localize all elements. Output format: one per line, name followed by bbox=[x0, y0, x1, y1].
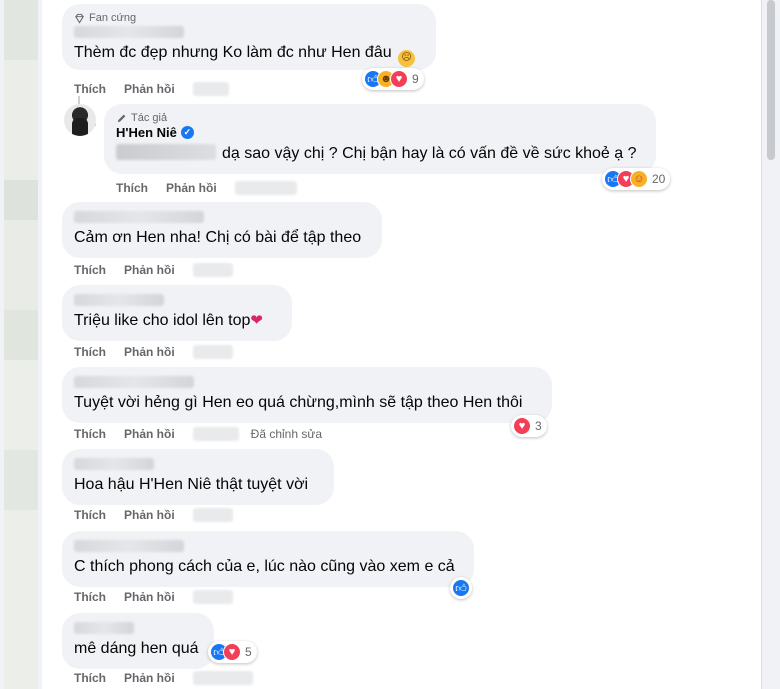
gutter-block bbox=[4, 220, 38, 310]
like-link[interactable]: Thích bbox=[74, 82, 106, 96]
reply-link[interactable]: Phản hồi bbox=[124, 671, 175, 685]
care-reaction-icon: ☺ bbox=[630, 170, 648, 188]
gutter-block bbox=[4, 450, 38, 510]
heart-emoji-icon: ❤ bbox=[250, 312, 263, 329]
like-link[interactable]: Thích bbox=[74, 590, 106, 604]
reply-link[interactable]: Phản hồi bbox=[166, 181, 217, 195]
comment-bubble: Triệu like cho idol lên top❤ bbox=[62, 285, 292, 341]
reaction-summary[interactable]: 👍︎ bbox=[450, 577, 472, 599]
reaction-summary[interactable]: ♥ 3 bbox=[511, 415, 547, 437]
reaction-summary[interactable]: 👍︎ ♥ ☺ 20 bbox=[602, 168, 671, 190]
comment-bubble: Tuyệt vời hẻng gì Hen eo quá chừng,mình … bbox=[62, 367, 552, 423]
comment-text: Hoa hậu H'Hen Niê thật tuyệt vời bbox=[74, 476, 309, 493]
verified-icon: ✓ bbox=[180, 126, 194, 139]
gutter-block bbox=[4, 360, 38, 450]
like-reaction-icon: 👍︎ bbox=[452, 579, 470, 597]
comment-bubble: Tác giả H'Hen Niê ✓ dạ sao vậy chị ? Chị… bbox=[104, 104, 656, 174]
timestamp[interactable] bbox=[192, 427, 239, 441]
scrollbar[interactable] bbox=[761, 0, 780, 689]
fan-badge: Fan cứng bbox=[89, 12, 137, 24]
badge-line: Fan cứng bbox=[74, 11, 424, 25]
comment-text: C thích phong cách của e, lúc nào cũng v… bbox=[74, 558, 455, 575]
love-reaction-icon: ♥ bbox=[513, 417, 531, 435]
comment-bubble: Cảm ơn Hen nha! Chị có bài để tập theo bbox=[62, 202, 382, 258]
comment-text: Thèm đc đẹp nhưng Ko làm đc như Hen đâu … bbox=[74, 43, 424, 67]
reaction-count: 3 bbox=[535, 419, 542, 433]
avatar[interactable] bbox=[64, 104, 96, 136]
commenter-name[interactable] bbox=[74, 294, 164, 306]
commenter-name[interactable] bbox=[74, 376, 194, 388]
comment-text: mê dáng hen quá bbox=[74, 640, 199, 657]
reply-link[interactable]: Phản hồi bbox=[124, 82, 175, 96]
badge-line: Tác giả bbox=[116, 111, 644, 125]
comment-bubble: C thích phong cách của e, lúc nào cũng v… bbox=[62, 531, 474, 587]
love-reaction-icon: ♥ bbox=[223, 643, 241, 661]
gutter-block bbox=[4, 510, 38, 689]
pencil-icon bbox=[117, 114, 126, 122]
comment-actions: Thích Phản hồi bbox=[74, 590, 233, 604]
comment-actions: Thích Phản hồi bbox=[74, 263, 233, 277]
comment-actions: Thích Phản hồi bbox=[74, 671, 253, 685]
comment-text: dạ sao vậy chị ? Chị bận hay là có vấn đ… bbox=[116, 144, 644, 164]
like-link[interactable]: Thích bbox=[116, 181, 148, 195]
comment-bubble: Fan cứng Thèm đc đẹp nhưng Ko làm đc như… bbox=[62, 4, 436, 70]
timestamp[interactable] bbox=[192, 345, 233, 359]
comment-actions: Thích Phản hồi Đã chỉnh sửa bbox=[74, 427, 322, 441]
reaction-count: 5 bbox=[245, 645, 252, 659]
scrollbar-thumb[interactable] bbox=[767, 0, 775, 160]
author-badge: Tác giả bbox=[131, 112, 168, 124]
comment-actions: Thích Phản hồi bbox=[116, 181, 297, 195]
timestamp[interactable] bbox=[192, 82, 229, 96]
reply-link[interactable]: Phản hồi bbox=[124, 508, 175, 522]
commenter-name[interactable] bbox=[74, 458, 154, 470]
mention-tag[interactable] bbox=[116, 144, 216, 160]
like-link[interactable]: Thích bbox=[74, 345, 106, 359]
commenter-name[interactable] bbox=[74, 211, 204, 223]
reply-link[interactable]: Phản hồi bbox=[124, 427, 175, 441]
timestamp[interactable] bbox=[192, 590, 233, 604]
reply-link[interactable]: Phản hồi bbox=[124, 345, 175, 359]
reaction-count: 9 bbox=[412, 72, 419, 86]
like-link[interactable]: Thích bbox=[74, 671, 106, 685]
like-link[interactable]: Thích bbox=[74, 508, 106, 522]
timestamp[interactable] bbox=[192, 263, 233, 277]
like-link[interactable]: Thích bbox=[74, 427, 106, 441]
comment-bubble: Hoa hậu H'Hen Niê thật tuyệt vời bbox=[62, 449, 334, 505]
timestamp[interactable] bbox=[234, 181, 297, 195]
comment-text: Tuyệt vời hẻng gì Hen eo quá chừng,mình … bbox=[74, 394, 523, 411]
comment-text: Cảm ơn Hen nha! Chị có bài để tập theo bbox=[74, 229, 362, 246]
comment-text: Triệu like cho idol lên top❤ bbox=[74, 312, 263, 329]
reaction-count: 20 bbox=[652, 172, 666, 186]
author-name[interactable]: H'Hen Niê ✓ bbox=[116, 125, 644, 140]
gutter-block bbox=[4, 310, 38, 360]
like-link[interactable]: Thích bbox=[74, 263, 106, 277]
diamond-icon bbox=[75, 13, 84, 24]
comment-actions: Thích Phản hồi bbox=[74, 508, 233, 522]
left-gutter bbox=[0, 0, 42, 689]
commenter-name[interactable] bbox=[74, 622, 134, 634]
comment-actions: Thích Phản hồi bbox=[74, 82, 229, 96]
commenter-name[interactable] bbox=[74, 540, 184, 552]
commenter-name[interactable] bbox=[74, 26, 184, 38]
reply-link[interactable]: Phản hồi bbox=[124, 590, 175, 604]
reply-link[interactable]: Phản hồi bbox=[124, 263, 175, 277]
gutter-block bbox=[4, 60, 38, 180]
gutter-block bbox=[4, 0, 38, 60]
timestamp[interactable] bbox=[192, 671, 253, 685]
reaction-summary[interactable]: 👍︎ ♥ 5 bbox=[208, 641, 257, 663]
love-reaction-icon: ♥ bbox=[390, 70, 408, 88]
comment-bubble: mê dáng hen quá bbox=[62, 613, 214, 669]
emoji-icon: ☹ bbox=[398, 49, 416, 67]
gutter-block bbox=[4, 180, 38, 220]
comment-actions: Thích Phản hồi bbox=[74, 345, 233, 359]
reaction-summary[interactable]: 👍︎ ☻ ♥ 9 bbox=[362, 68, 424, 90]
timestamp[interactable] bbox=[192, 508, 233, 522]
edited-label: Đã chỉnh sửa bbox=[250, 427, 323, 441]
